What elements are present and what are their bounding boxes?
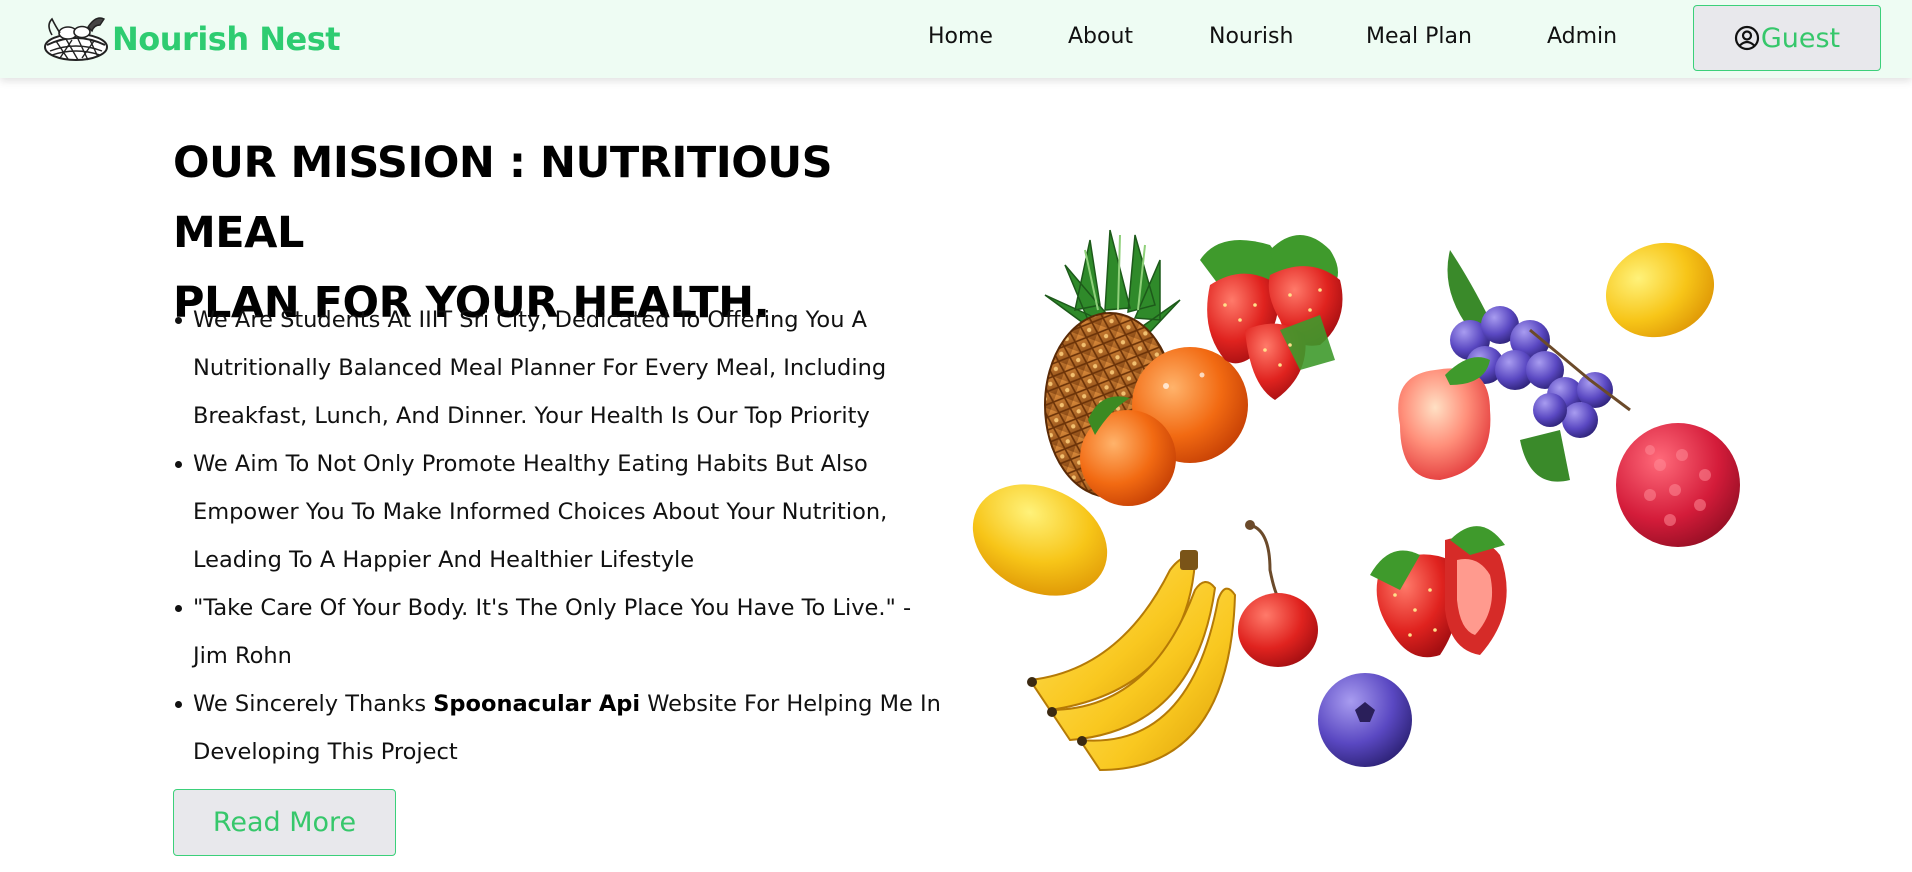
thanks-prefix: We Sincerely Thanks xyxy=(193,691,434,717)
guest-user-button[interactable]: Guest xyxy=(1693,5,1881,71)
nav-links: Home About Nourish Meal Plan Admin xyxy=(900,24,1617,54)
guest-label: Guest xyxy=(1760,22,1841,54)
mission-bullet-list: We Are Students At IIIT Sri City, Dedica… xyxy=(173,296,953,776)
user-circle-icon xyxy=(1734,25,1759,51)
nav-link-nourish[interactable]: Nourish xyxy=(1209,24,1293,49)
mission-bullet: We Are Students At IIIT Sri City, Dedica… xyxy=(173,296,953,440)
mission-bullet: We Aim To Not Only Promote Healthy Eatin… xyxy=(173,440,953,584)
brand[interactable]: Nourish Nest xyxy=(38,12,341,66)
nest-logo-icon xyxy=(44,17,108,61)
nav-link-home[interactable]: Home xyxy=(928,24,993,49)
navbar: Nourish Nest Home About Nourish Meal Pla… xyxy=(0,0,1912,78)
nav-link-about[interactable]: About xyxy=(1068,24,1133,49)
spoonacular-api-highlight: Spoonacular Api xyxy=(433,691,641,717)
mission-bullet-thanks: We Sincerely Thanks Spoonacular Api Webs… xyxy=(173,680,953,776)
nav-link-meal-plan[interactable]: Meal Plan xyxy=(1366,24,1472,49)
nav-link-admin[interactable]: Admin xyxy=(1547,24,1617,49)
brand-name: Nourish Nest xyxy=(112,20,341,58)
mission-title-line-1: OUR MISSION : NUTRITIOUS MEAL xyxy=(173,138,833,258)
read-more-button[interactable]: Read More xyxy=(173,789,396,856)
fruits-illustration xyxy=(972,229,1740,772)
mission-bullet: "Take Care Of Your Body. It's The Only P… xyxy=(173,584,953,680)
